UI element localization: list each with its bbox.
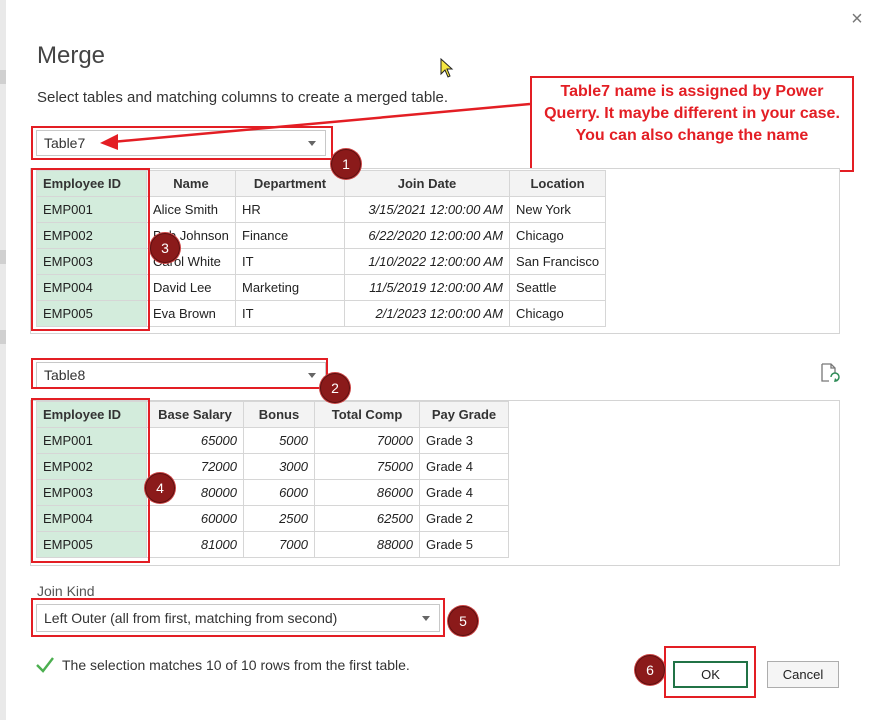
table-cell: Eva Brown: [146, 300, 236, 327]
table-cell: Grade 2: [419, 505, 509, 532]
table-cell: IT: [235, 300, 345, 327]
table-cell: Grade 4: [419, 479, 509, 506]
column-header-base-salary[interactable]: Base Salary: [146, 401, 244, 428]
table-cell: 6000: [243, 479, 315, 506]
table-cell: San Francisco: [508, 248, 607, 275]
column-header-location[interactable]: Location: [508, 170, 607, 197]
table-cell: Grade 3: [419, 427, 509, 454]
refresh-icon[interactable]: [818, 362, 840, 384]
table-cell: 86000: [314, 479, 420, 506]
table-cell: Chicago: [508, 222, 607, 249]
column-header-total-comp[interactable]: Total Comp: [314, 401, 420, 428]
table-cell: 88000: [314, 531, 420, 558]
table-cell: 60000: [146, 505, 244, 532]
annotation-callout: Table7 name is assigned by Power Querry.…: [530, 76, 854, 172]
close-icon[interactable]: ×: [846, 8, 868, 30]
table-cell: Grade 5: [419, 531, 509, 558]
table-cell: 62500: [314, 505, 420, 532]
annotation-badge-1: 1: [331, 149, 361, 179]
annotation-badge-6: 6: [635, 655, 665, 685]
table-cell: Chicago: [508, 300, 607, 327]
column-header-pay-grade[interactable]: Pay Grade: [419, 401, 509, 428]
table-cell: 11/5/2019 12:00:00 AM: [344, 274, 510, 301]
table-cell: 81000: [146, 531, 244, 558]
annotation-badge-3: 3: [150, 233, 180, 263]
annotation-box-second-dropdown: [31, 358, 328, 389]
table-cell: Seattle: [508, 274, 607, 301]
cancel-button[interactable]: Cancel: [767, 661, 839, 688]
table-cell: New York: [508, 196, 607, 223]
annotation-badge-5: 5: [448, 606, 478, 636]
table-cell: 3000: [243, 453, 315, 480]
checkmark-icon: [36, 657, 54, 673]
table-cell: 65000: [146, 427, 244, 454]
table-cell: 75000: [314, 453, 420, 480]
table-cell: Finance: [235, 222, 345, 249]
table-cell: David Lee: [146, 274, 236, 301]
column-header-name[interactable]: Name: [146, 170, 236, 197]
join-kind-label: Join Kind: [37, 583, 95, 599]
match-status-text: The selection matches 10 of 10 rows from…: [62, 657, 410, 673]
column-header-department[interactable]: Department: [235, 170, 345, 197]
table-cell: HR: [235, 196, 345, 223]
table-cell: 1/10/2022 12:00:00 AM: [344, 248, 510, 275]
table-cell: Grade 4: [419, 453, 509, 480]
table-cell: 5000: [243, 427, 315, 454]
table-cell: 6/22/2020 12:00:00 AM: [344, 222, 510, 249]
annotation-badge-4: 4: [145, 473, 175, 503]
table-cell: 7000: [243, 531, 315, 558]
table-cell: Marketing: [235, 274, 345, 301]
column-header-bonus[interactable]: Bonus: [243, 401, 315, 428]
annotation-box-first-key-column: [31, 168, 150, 331]
table-cell: 70000: [314, 427, 420, 454]
table-cell: 2500: [243, 505, 315, 532]
dialog-title: Merge: [37, 42, 106, 69]
table-cell: 3/15/2021 12:00:00 AM: [344, 196, 510, 223]
background-window-strip: [0, 0, 6, 720]
annotation-box-join-kind: [31, 598, 445, 637]
annotation-badge-2: 2: [320, 373, 350, 403]
annotation-box-second-key-column: [31, 398, 150, 563]
mouse-cursor-icon: [440, 58, 454, 78]
table-cell: Alice Smith: [146, 196, 236, 223]
column-header-join-date[interactable]: Join Date: [344, 170, 510, 197]
table-cell: 2/1/2023 12:00:00 AM: [344, 300, 510, 327]
table-cell: IT: [235, 248, 345, 275]
callout-arrow: [100, 102, 531, 150]
annotation-box-ok-button: [664, 646, 756, 698]
